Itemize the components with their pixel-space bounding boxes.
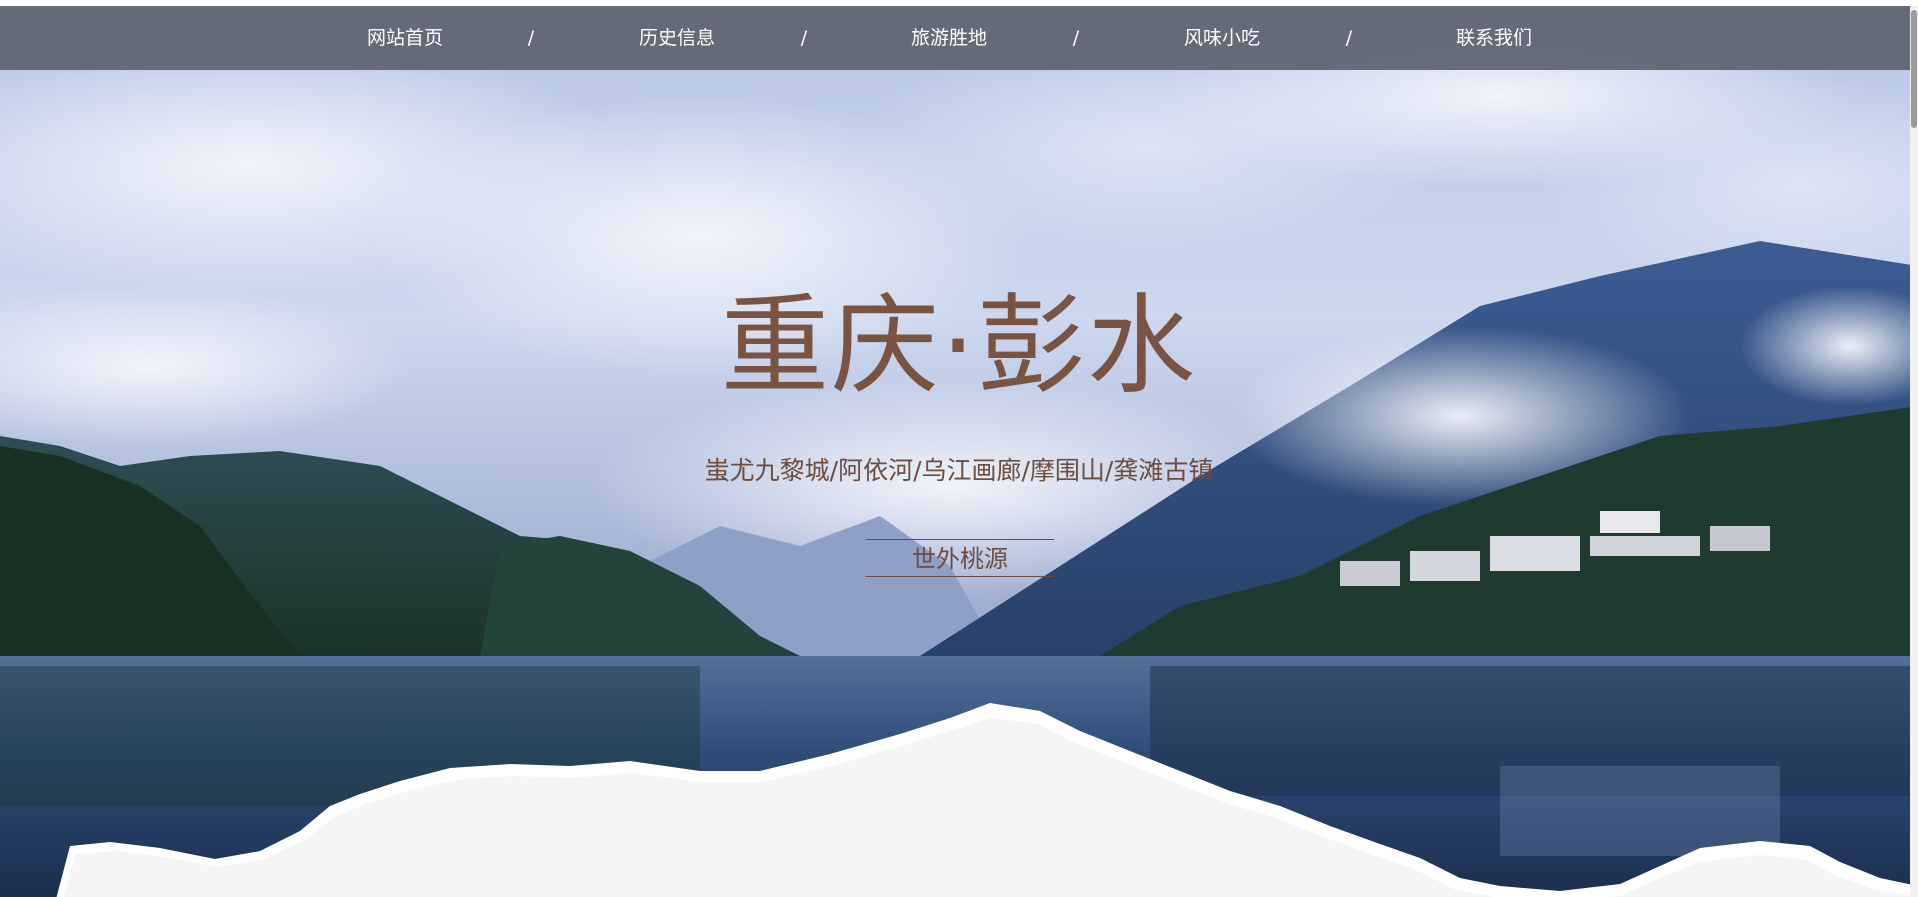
nav-item-history[interactable]: 历史信息 [627,6,727,70]
hero-banner: 重庆·彭水 蚩尤九黎城/阿依河/乌江画廊/摩围山/龚滩古镇 世外桃源 [0,6,1918,897]
nav-separator: / [800,27,808,49]
scrollbar-thumb[interactable] [1911,10,1917,128]
top-navigation-bar: 网站首页 / 历史信息 / 旅游胜地 / 风味小吃 / 联系我们 [0,6,1918,70]
landscape-background-image [0,6,1918,897]
nav-item-home[interactable]: 网站首页 [355,6,455,70]
nav-item-snacks[interactable]: 风味小吃 [1172,6,1272,70]
nav-item-contact[interactable]: 联系我们 [1444,6,1544,70]
hero-subtitle: 蚩尤九黎城/阿依河/乌江画廊/摩围山/龚滩古镇 [704,456,1214,485]
nav-item-attractions[interactable]: 旅游胜地 [899,6,999,70]
vertical-scrollbar[interactable] [1910,6,1918,897]
nav-separator: / [1345,27,1353,49]
nav-separator: / [527,27,535,49]
hero-title: 重庆·彭水 [720,284,1198,409]
page: 重庆·彭水 蚩尤九黎城/阿依河/乌江画廊/摩围山/龚滩古镇 世外桃源 网站首页 … [0,0,1918,897]
nav-separator: / [1072,27,1080,49]
hero-tagline: 世外桃源 [866,539,1054,577]
